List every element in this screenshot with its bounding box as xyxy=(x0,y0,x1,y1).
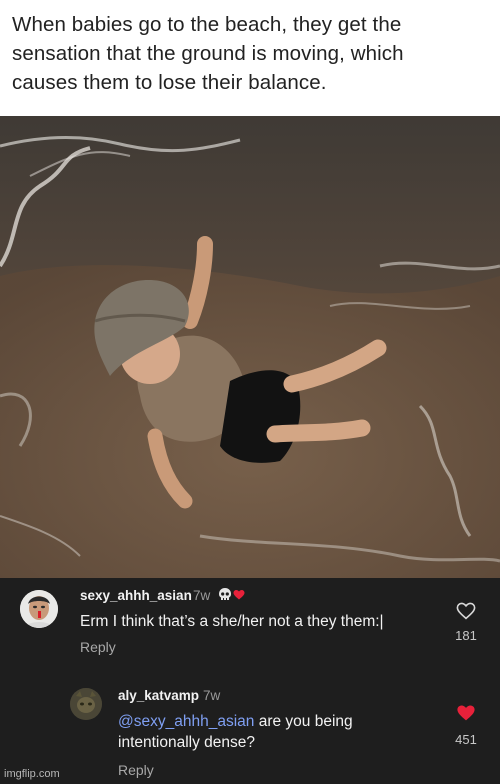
avatar-image xyxy=(70,688,102,720)
comment-text: @sexy_ahhh_asian are you being intention… xyxy=(118,711,398,753)
avatar[interactable] xyxy=(20,590,58,628)
avatar[interactable] xyxy=(70,688,102,720)
heart-outline-icon[interactable] xyxy=(456,602,476,620)
comment-timestamp: 7w xyxy=(193,588,211,603)
reply-button[interactable]: Reply xyxy=(118,762,154,778)
comment-text: Erm I think that’s a she/her not a they … xyxy=(80,613,384,630)
comments-section: sexy_ahhh_asian 7w Erm I think that’s a … xyxy=(0,578,500,784)
caption-line-3: causes them to lose their balance. xyxy=(12,71,327,94)
skull-icon xyxy=(218,587,232,602)
reply-button[interactable]: Reply xyxy=(80,639,116,655)
comment-username[interactable]: sexy_ahhh_asian xyxy=(80,588,192,603)
beach-photo-illustration xyxy=(0,116,500,578)
comment-timestamp: 7w xyxy=(203,688,221,703)
heart-filled-icon[interactable] xyxy=(456,704,476,722)
meme-caption: When babies go to the beach, they get th… xyxy=(0,0,500,116)
watermark: imgflip.com xyxy=(4,768,60,780)
caption-line-2: sensation that the ground is moving, whi… xyxy=(12,42,404,65)
beach-photo xyxy=(0,116,500,578)
user-mention-link[interactable]: @sexy_ahhh_asian xyxy=(118,713,254,730)
avatar-image xyxy=(20,590,58,628)
comment-username[interactable]: aly_katvamp xyxy=(118,688,199,703)
caption-line-1: When babies go to the beach, they get th… xyxy=(12,13,402,36)
heart-icon xyxy=(233,588,245,600)
like-count: 181 xyxy=(455,628,477,643)
like-count: 451 xyxy=(455,732,477,747)
